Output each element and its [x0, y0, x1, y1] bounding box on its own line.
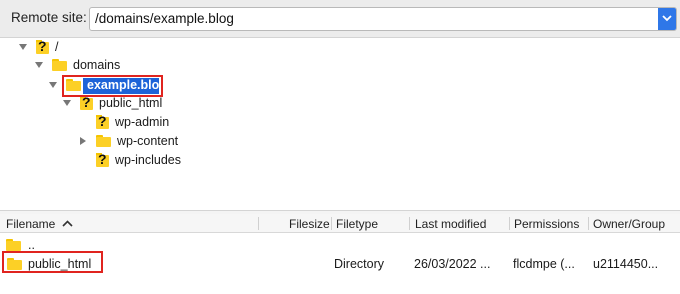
- tree-node-label: domains: [73, 58, 121, 72]
- tree-node-wp-content[interactable]: wp-content: [78, 132, 178, 150]
- column-header-owner-group[interactable]: Owner/Group: [593, 217, 665, 231]
- column-header-filename[interactable]: Filename: [6, 217, 55, 231]
- remote-path-input[interactable]: /domains/example.blog: [95, 11, 234, 26]
- tree-node-root[interactable]: ? /: [18, 38, 58, 56]
- remote-file-list[interactable]: Filename Filesize Filetype Last modified…: [0, 214, 680, 294]
- folder-icon: [52, 59, 67, 71]
- unknown-folder-icon: ?: [96, 113, 109, 129]
- remote-site-label: Remote site:: [11, 10, 87, 25]
- tree-node-domains[interactable]: domains: [34, 56, 120, 74]
- file-permissions: flcdmpe (...: [513, 257, 575, 271]
- remote-path-combobox[interactable]: /domains/example.blog: [89, 7, 677, 31]
- tree-node-label: wp-includes: [115, 153, 182, 167]
- file-owner-group: u2114450...: [593, 257, 659, 271]
- collapsed-triangle-icon[interactable]: [78, 136, 88, 146]
- column-header-filetype[interactable]: Filetype: [336, 217, 378, 231]
- tree-node-wp-includes[interactable]: ? wp-includes: [96, 151, 181, 169]
- tree-node-label: public_html: [99, 96, 163, 110]
- annotation-box: [2, 251, 103, 273]
- column-header-last-modified[interactable]: Last modified: [415, 217, 486, 231]
- unknown-folder-icon: ?: [80, 94, 93, 110]
- file-last-modified: 26/03/2022 ...: [414, 257, 491, 271]
- tree-node-label: wp-admin: [115, 115, 170, 129]
- expanded-triangle-icon[interactable]: [34, 60, 44, 70]
- file-type: Directory: [334, 257, 385, 271]
- column-header-permissions[interactable]: Permissions: [514, 217, 579, 231]
- expanded-triangle-icon[interactable]: [48, 80, 58, 90]
- expanded-triangle-icon[interactable]: [62, 98, 72, 108]
- tree-node-label: /: [55, 40, 59, 54]
- sort-ascending-icon: [62, 220, 73, 227]
- tree-node-wp-admin[interactable]: ? wp-admin: [96, 113, 169, 131]
- remote-directory-tree[interactable]: ? / domains ? public_html ? wp-admin wp-…: [0, 38, 680, 210]
- tree-node-label: wp-content: [117, 134, 179, 148]
- file-list-header: Filename Filesize Filetype Last modified…: [0, 214, 680, 233]
- unknown-folder-icon: ?: [36, 38, 49, 54]
- unknown-folder-icon: ?: [96, 151, 109, 167]
- remote-site-bar: Remote site: /domains/example.blog: [0, 0, 680, 38]
- folder-icon: [96, 135, 111, 147]
- expanded-triangle-icon[interactable]: [18, 42, 28, 52]
- path-dropdown-button[interactable]: [658, 8, 676, 30]
- column-header-filesize[interactable]: Filesize: [289, 217, 330, 231]
- chevron-down-icon: [662, 15, 672, 22]
- file-name: ..: [28, 238, 35, 252]
- annotation-box: [62, 75, 163, 97]
- folder-icon: [6, 239, 21, 251]
